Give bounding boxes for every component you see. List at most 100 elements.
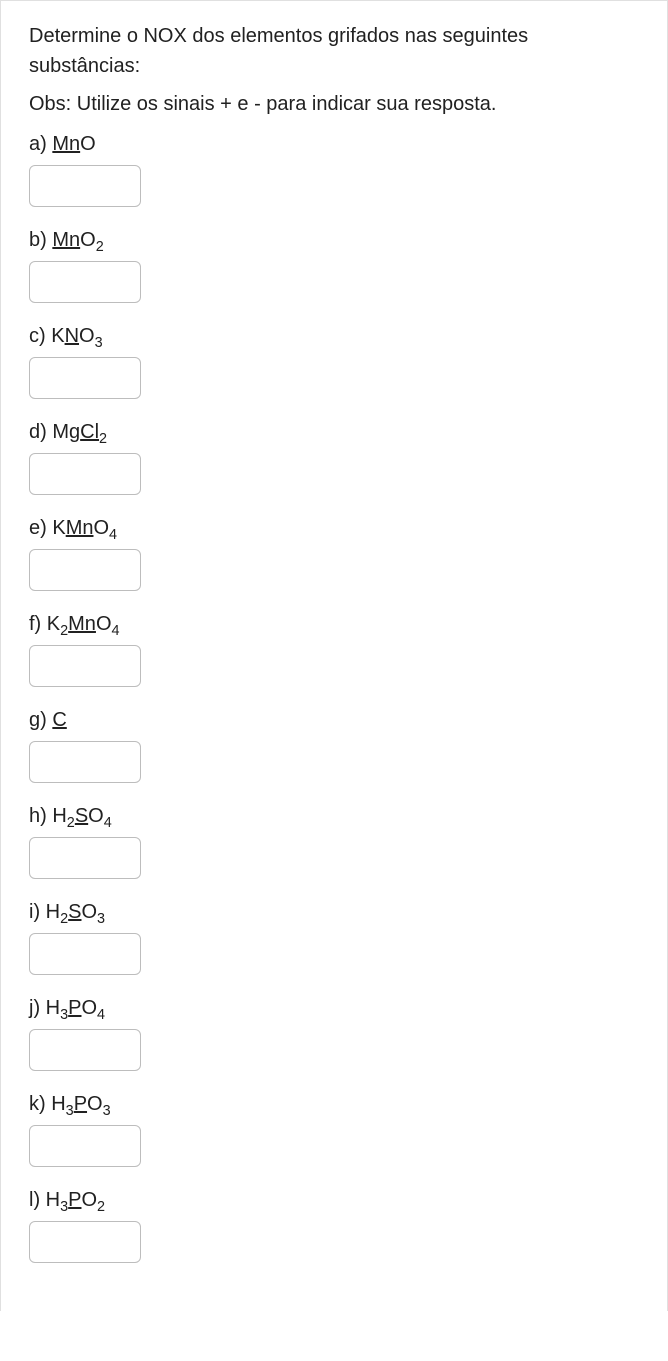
question-f-label: f) K2MnO4 xyxy=(29,609,639,639)
formula-pre: H xyxy=(46,997,60,1019)
formula-post: O xyxy=(80,229,96,251)
question-letter: g) xyxy=(29,709,52,731)
question-letter: l) xyxy=(29,1189,46,1211)
formula-pre: H xyxy=(46,901,60,923)
question-letter: h) xyxy=(29,805,52,827)
formula-post: O xyxy=(81,997,97,1019)
question-card: Determine o NOX dos elementos grifados n… xyxy=(0,0,668,1311)
formula-underlined: P xyxy=(74,1093,87,1115)
formula-sub: 4 xyxy=(104,815,112,831)
question-a-label: a) MnO xyxy=(29,129,639,159)
question-letter: d) xyxy=(29,421,52,443)
answer-input-b[interactable] xyxy=(29,261,141,303)
formula-pre: H xyxy=(46,1189,60,1211)
answer-input-l[interactable] xyxy=(29,1221,141,1263)
answer-input-d[interactable] xyxy=(29,453,141,495)
answer-input-e[interactable] xyxy=(29,549,141,591)
formula-sub: 2 xyxy=(97,1199,105,1215)
formula-underlined: N xyxy=(65,325,79,347)
question-g-label: g) C xyxy=(29,705,639,735)
formula-presub: 2 xyxy=(60,623,68,639)
formula-sub: 3 xyxy=(97,911,105,927)
formula-post: O xyxy=(81,901,97,923)
question-letter: f) xyxy=(29,613,47,635)
question-g: g) C xyxy=(29,705,639,783)
answer-input-c[interactable] xyxy=(29,357,141,399)
formula-sub: 3 xyxy=(95,335,103,351)
formula-pre: H xyxy=(52,805,66,827)
question-h-label: h) H2SO4 xyxy=(29,801,639,831)
formula-post: O xyxy=(87,1093,103,1115)
question-c: c) KNO3 xyxy=(29,321,639,399)
question-e: e) KMnO4 xyxy=(29,513,639,591)
question-b: b) MnO2 xyxy=(29,225,639,303)
answer-container xyxy=(29,549,639,591)
formula-presub: 2 xyxy=(67,815,75,831)
formula-sub: 4 xyxy=(109,527,117,543)
question-k: k) H3PO3 xyxy=(29,1089,639,1167)
formula-underlined: S xyxy=(68,901,81,923)
formula-underlined: S xyxy=(75,805,88,827)
formula-pre: Mg xyxy=(52,421,80,443)
formula-sub: 3 xyxy=(103,1103,111,1119)
answer-input-g[interactable] xyxy=(29,741,141,783)
formula-underlined: Mn xyxy=(52,133,80,155)
formula-pre: H xyxy=(51,1093,65,1115)
prompt-text: Determine o NOX dos elementos grifados n… xyxy=(29,21,639,81)
question-c-label: c) KNO3 xyxy=(29,321,639,351)
formula-underlined: Cl xyxy=(80,421,99,443)
answer-container xyxy=(29,453,639,495)
question-l: l) H3PO2 xyxy=(29,1185,639,1263)
question-letter: c) xyxy=(29,325,51,347)
formula-post: O xyxy=(96,613,112,635)
question-d: d) MgCl2 xyxy=(29,417,639,495)
formula-post: O xyxy=(81,1189,97,1211)
formula-underlined: Mn xyxy=(68,613,96,635)
formula-pre: K xyxy=(52,517,65,539)
answer-input-i[interactable] xyxy=(29,933,141,975)
question-letter: i) xyxy=(29,901,46,923)
answer-input-h[interactable] xyxy=(29,837,141,879)
observation-text: Obs: Utilize os sinais + e - para indica… xyxy=(29,89,639,119)
formula-post: O xyxy=(79,325,95,347)
question-d-label: d) MgCl2 xyxy=(29,417,639,447)
formula-pre: K xyxy=(47,613,60,635)
question-h: h) H2SO4 xyxy=(29,801,639,879)
question-j: j) H3PO4 xyxy=(29,993,639,1071)
answer-container xyxy=(29,1221,639,1263)
formula-presub: 3 xyxy=(60,1199,68,1215)
question-letter: b) xyxy=(29,229,52,251)
answer-input-k[interactable] xyxy=(29,1125,141,1167)
question-i: i) H2SO3 xyxy=(29,897,639,975)
answer-input-a[interactable] xyxy=(29,165,141,207)
answer-container xyxy=(29,1125,639,1167)
formula-pre: K xyxy=(51,325,64,347)
answer-container xyxy=(29,261,639,303)
formula-presub: 3 xyxy=(66,1103,74,1119)
question-j-label: j) H3PO4 xyxy=(29,993,639,1023)
question-a: a) MnO xyxy=(29,129,639,207)
question-letter: j) xyxy=(29,997,46,1019)
answer-container xyxy=(29,165,639,207)
answer-container xyxy=(29,357,639,399)
formula-post: O xyxy=(80,133,96,155)
formula-sub: 4 xyxy=(112,623,120,639)
answer-container xyxy=(29,1029,639,1071)
formula-sub: 4 xyxy=(97,1007,105,1023)
question-e-label: e) KMnO4 xyxy=(29,513,639,543)
question-b-label: b) MnO2 xyxy=(29,225,639,255)
question-letter: k) xyxy=(29,1093,51,1115)
question-i-label: i) H2SO3 xyxy=(29,897,639,927)
answer-container xyxy=(29,645,639,687)
formula-presub: 3 xyxy=(60,1007,68,1023)
answer-container xyxy=(29,837,639,879)
question-letter: e) xyxy=(29,517,52,539)
answer-container xyxy=(29,933,639,975)
formula-post: O xyxy=(88,805,104,827)
answer-input-f[interactable] xyxy=(29,645,141,687)
formula-post: O xyxy=(93,517,109,539)
formula-presub: 2 xyxy=(60,911,68,927)
formula-underlined: C xyxy=(52,709,66,731)
formula-underlined: P xyxy=(68,1189,81,1211)
answer-input-j[interactable] xyxy=(29,1029,141,1071)
